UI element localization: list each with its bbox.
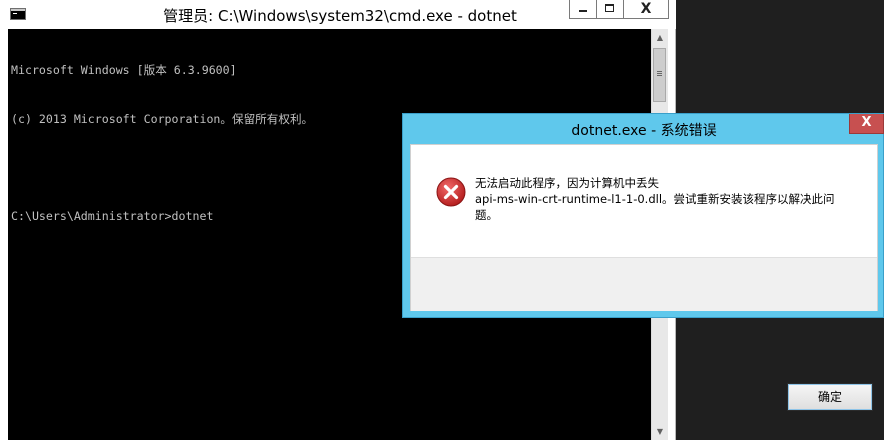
error-dialog: dotnet.exe - 系统错误 X 无法启动此程序，因为计算机中丢失 api… bbox=[402, 113, 884, 411]
grip-icon bbox=[657, 71, 662, 72]
close-button[interactable]: X bbox=[623, 0, 669, 19]
close-icon: X bbox=[861, 115, 872, 130]
scroll-thumb[interactable] bbox=[653, 48, 666, 102]
caption-buttons: X bbox=[569, 0, 669, 20]
dialog-body: 无法启动此程序，因为计算机中丢失 api-ms-win-crt-runtime-… bbox=[410, 144, 878, 411]
close-icon: X bbox=[640, 1, 652, 17]
dialog-close-button[interactable]: X bbox=[849, 114, 884, 134]
maximize-button[interactable] bbox=[596, 0, 623, 19]
ok-button[interactable]: 确定 bbox=[787, 383, 873, 411]
console-line-version: Microsoft Windows [版本 6.3.9600] bbox=[11, 63, 237, 78]
error-message-line-1: 无法启动此程序，因为计算机中丢失 bbox=[475, 176, 659, 190]
scroll-down-icon[interactable]: ▼ bbox=[652, 423, 668, 440]
error-icon bbox=[436, 177, 466, 211]
cmd-window-title: 管理员: C:\Windows\system32\cmd.exe - dotne… bbox=[163, 7, 517, 25]
error-message-line-3: 题。 bbox=[475, 208, 498, 222]
minimize-button[interactable] bbox=[569, 0, 596, 19]
minimize-icon bbox=[579, 10, 587, 12]
scroll-up-icon[interactable]: ▲ bbox=[652, 29, 668, 46]
dialog-button-bar: 确定 bbox=[411, 257, 877, 411]
command-prompt-icon[interactable] bbox=[10, 8, 26, 20]
maximize-icon bbox=[605, 4, 614, 12]
cmd-title-bar[interactable]: 管理员: C:\Windows\system32\cmd.exe - dotne… bbox=[0, 0, 676, 29]
error-message-line-2: api-ms-win-crt-runtime-l1-1-0.dll。尝试重新安装… bbox=[475, 192, 835, 206]
error-message: 无法启动此程序，因为计算机中丢失 api-ms-win-crt-runtime-… bbox=[475, 175, 865, 223]
dialog-title: dotnet.exe - 系统错误 bbox=[571, 123, 717, 139]
